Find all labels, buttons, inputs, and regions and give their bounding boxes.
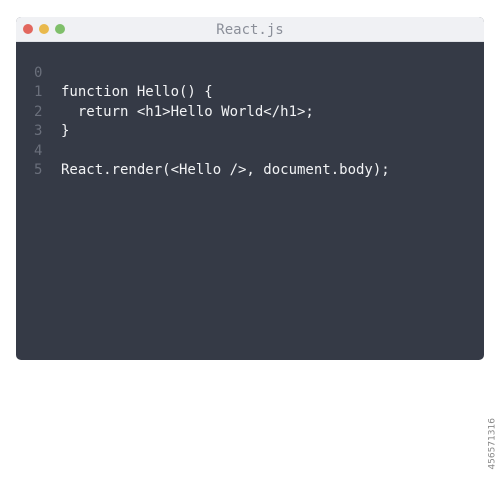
line-number: 5	[34, 162, 43, 178]
code-line: 3	[16, 103, 484, 139]
code-line: 1 return <h1>Hello World</h1>;	[16, 64, 484, 120]
code-line: 4 React.render(<Hello />, document.body)…	[16, 122, 484, 179]
code-area[interactable]: 0 function Hello() { 1 return <h1>Hello …	[16, 42, 484, 179]
code-line: 2 }	[16, 83, 484, 140]
title-bar: React.js	[16, 17, 484, 42]
vertical-id-text: 456571316	[488, 418, 498, 470]
code-editor-window: React.js 0 function Hello() { 1 return <…	[16, 17, 484, 360]
code-line: 0 function Hello() {	[16, 44, 484, 101]
code-line: 5	[16, 142, 484, 178]
code-text: React.render(<Hello />, document.body);	[61, 162, 390, 178]
window-title: React.js	[216, 22, 284, 38]
